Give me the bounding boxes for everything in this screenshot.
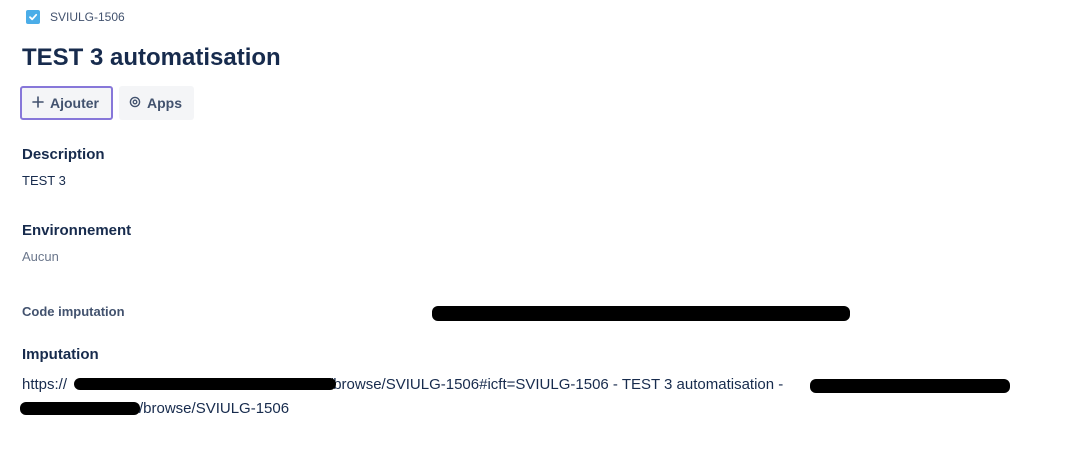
redacted-code-imputation-value [432, 306, 850, 321]
add-button-label: Ajouter [50, 95, 99, 111]
environment-value[interactable]: Aucun [22, 249, 59, 264]
code-imputation-label: Code imputation [22, 304, 125, 319]
checkbox-task-icon[interactable] [26, 10, 40, 24]
breadcrumb: SVIULG-1506 [26, 10, 125, 24]
add-button[interactable]: Ajouter [20, 86, 113, 120]
apps-button-label: Apps [147, 95, 182, 111]
action-bar: Ajouter Apps [20, 86, 194, 120]
apps-button[interactable]: Apps [119, 86, 194, 120]
imputation-value-line-2: /browse/SVIULG-1506 [139, 400, 290, 417]
plus-icon [32, 95, 44, 111]
description-value[interactable]: TEST 3 [22, 173, 66, 188]
environment-label: Environnement [22, 222, 132, 239]
description-label: Description [22, 146, 105, 163]
redacted-url-host-2 [810, 379, 1010, 393]
page-title[interactable]: TEST 3 automatisation [22, 44, 281, 72]
apps-icon [129, 95, 141, 111]
redacted-url-host-1 [74, 378, 336, 390]
issue-key-link[interactable]: SVIULG-1506 [50, 10, 125, 24]
redacted-url-host-3 [20, 402, 140, 415]
imputation-url-prefix: https:// [22, 376, 68, 393]
imputation-label: Imputation [22, 346, 99, 363]
imputation-url-text: /browse/SVIULG-1506#icft=SVIULG-1506 - T… [329, 376, 784, 393]
